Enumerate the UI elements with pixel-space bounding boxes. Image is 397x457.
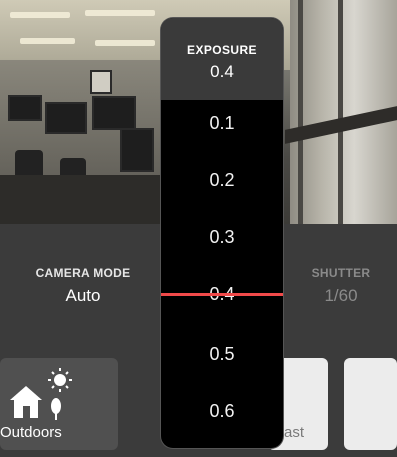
wall-sign <box>90 70 112 94</box>
monitor <box>45 102 87 134</box>
exposure-option[interactable]: 0.1 <box>161 113 283 134</box>
window-mullion <box>338 0 343 224</box>
monitor <box>92 96 136 130</box>
exposure-option[interactable]: 0.2 <box>161 170 283 191</box>
preset-tile-label: ast <box>284 424 305 441</box>
exposure-picker[interactable]: EXPOSURE 0.4 0.1 0.2 0.3 0.4 0.5 0.6 <box>161 18 283 448</box>
house-sun-tree-icon <box>10 368 72 420</box>
ceiling-light <box>85 10 155 16</box>
preset-tile[interactable] <box>344 358 397 450</box>
shutter-caption: SHUTTER <box>311 266 371 280</box>
exposure-option[interactable]: 0.3 <box>161 227 283 248</box>
desk <box>0 175 170 224</box>
window-mullion <box>298 0 303 224</box>
exposure-option[interactable]: 0.6 <box>161 401 283 422</box>
exposure-current-value: 0.4 <box>210 62 234 81</box>
monitor <box>120 128 154 172</box>
preset-outdoors-label: Outdoors <box>0 424 62 441</box>
exposure-title: EXPOSURE <box>187 43 257 57</box>
camera-mode-caption: CAMERA MODE <box>35 266 131 280</box>
ceiling-light <box>95 40 155 46</box>
ceiling-light <box>20 38 75 44</box>
exposure-picker-header: EXPOSURE 0.4 <box>161 18 283 100</box>
monitor <box>8 95 42 121</box>
shutter-value: 1/60 <box>324 286 358 305</box>
exposure-option[interactable]: 0.5 <box>161 344 283 365</box>
preset-outdoors[interactable]: Outdoors <box>0 358 118 450</box>
ceiling-light <box>10 12 70 18</box>
camera-mode-value: Auto <box>65 286 101 305</box>
exposure-indicator-line <box>161 293 283 296</box>
